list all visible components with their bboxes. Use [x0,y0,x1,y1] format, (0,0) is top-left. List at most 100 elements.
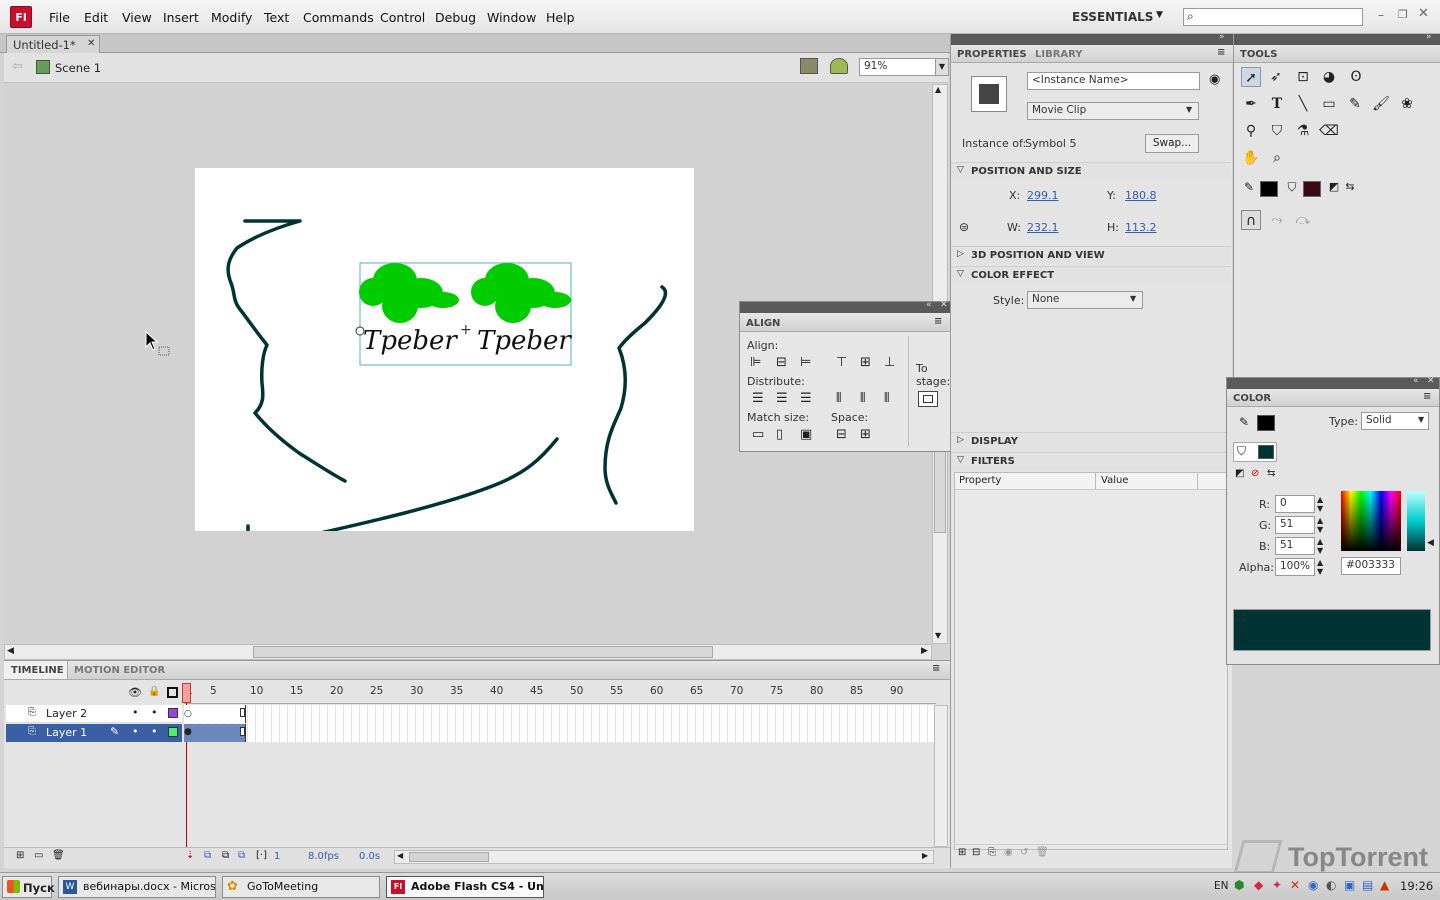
align-panel-title[interactable]: ALIGN [746,318,780,329]
language-indicator[interactable]: EN [1214,880,1229,892]
b-stepper-icon[interactable]: ▲ ▼ [1317,537,1323,555]
layer-name[interactable]: Layer 1 [46,726,87,739]
scroll-right-icon[interactable]: ▶ [921,646,928,656]
tray-monitor-icon[interactable]: ▣ [1344,878,1355,892]
straighten-icon[interactable]: ⤼ [1293,210,1313,230]
add-filter-icon[interactable]: ⊞ [958,847,966,858]
y-value[interactable]: 180.8 [1125,189,1157,202]
stage-text-left[interactable]: Tpeber [363,326,457,356]
zoom-dropdown-icon[interactable]: ▼ [935,58,949,76]
g-stepper-icon[interactable]: ▲ ▼ [1317,516,1323,534]
timeline-vscrollbar[interactable] [934,705,948,847]
match-height-icon[interactable]: ▯ [776,427,783,442]
tray-update-icon[interactable]: ◉ [1308,878,1318,892]
align-panel-titlebar[interactable]: « ✕ [740,300,950,313]
deco-tool-icon[interactable]: ❀ [1397,94,1417,114]
properties-titlebar[interactable]: » [951,32,1233,45]
collapse-icon[interactable]: « [926,300,932,310]
panel-menu-icon[interactable]: ≡ [934,316,942,327]
alpha-stepper-icon[interactable]: ▲ ▼ [1317,558,1323,576]
g-input[interactable]: 51 [1275,516,1315,534]
lock-layers-icon[interactable]: 🔒 [148,686,160,697]
menu-help[interactable]: Help [546,10,575,25]
tray-app-icon[interactable]: ◆ [1254,878,1263,892]
no-color-icon[interactable]: ⊘ [1251,468,1259,479]
pen-tool-icon[interactable]: ✒ [1241,94,1261,114]
stage-horizontal-scrollbar[interactable]: ◀ ▶ [4,644,932,660]
align-top-icon[interactable]: ⊤ [836,355,847,370]
menu-modify[interactable]: Modify [211,10,252,25]
snap-to-objects-icon[interactable]: ∩ [1241,210,1261,230]
menu-view[interactable]: View [122,10,152,25]
close-icon[interactable]: ✕ [1418,6,1429,21]
distribute-left-icon[interactable]: ⫴ [836,391,841,406]
r-input[interactable]: 0 [1275,495,1315,513]
menu-insert[interactable]: Insert [163,10,199,25]
distribute-bottom-icon[interactable]: ☰ [800,391,812,406]
collapse-icon[interactable]: « [1413,376,1419,386]
expand-icon[interactable]: » [1219,32,1225,42]
section-position-size[interactable]: ▽ POSITION AND SIZE [951,162,1231,180]
preset-icon[interactable]: ⊟ [972,847,980,858]
panel-menu-icon[interactable]: ≡ [1423,391,1431,402]
col-property[interactable]: Property [959,475,1001,486]
panel-menu-icon[interactable]: ≡ [1217,47,1225,58]
align-right-icon[interactable]: ⊨ [800,355,811,370]
frame-ruler[interactable]: 151015202530354045505560657075808590 [184,682,936,704]
tray-app2-icon[interactable]: ✦ [1272,878,1282,892]
subselection-tool-icon[interactable]: ➶ [1266,67,1286,87]
playhead[interactable] [182,683,191,703]
to-stage-button[interactable] [918,391,938,407]
section-filters[interactable]: ▽ FILTERS [951,452,1231,470]
center-frame-icon[interactable]: ⇣ [186,850,194,861]
close-panel-icon[interactable]: ✕ [1427,376,1435,386]
stroke-swatch[interactable] [1257,415,1275,431]
eyedropper-tool-icon[interactable]: ⚗ [1293,121,1313,141]
panel-menu-icon[interactable]: ≡ [932,663,940,674]
enable-icon[interactable]: ◉ [1004,847,1013,858]
show-hide-layers-icon[interactable]: 👁 [128,686,142,699]
match-both-icon[interactable]: ▣ [800,427,812,442]
zoom-select[interactable]: 91% [859,58,937,76]
reset-icon[interactable]: ↺ [1020,847,1028,858]
tools-titlebar[interactable]: » [1234,32,1440,45]
hand-tool-icon[interactable]: ✋ [1241,148,1261,168]
type-select[interactable]: Solid ▼ [1361,412,1429,430]
onion-skin-icon[interactable]: ⧉ [204,850,211,861]
tray-device-icon[interactable]: ▤ [1362,878,1373,892]
distribute-hcenter-icon[interactable]: ⫴ [860,391,865,406]
scroll-left-icon[interactable]: ◀ [7,646,14,656]
paint-bucket-tool-icon[interactable]: ⛉ [1267,121,1287,141]
lock-dot[interactable]: • [151,725,158,738]
section-display[interactable]: ▷ DISPLAY [951,432,1231,450]
align-vcenter-icon[interactable]: ⊞ [860,355,871,370]
distribute-vcenter-icon[interactable]: ☰ [776,391,788,406]
task-flash[interactable]: Fl Adobe Flash CS4 - Unt... [386,876,544,898]
alpha-input[interactable]: 100% [1275,558,1315,576]
tray-alert-icon[interactable]: ▲ [1380,878,1389,892]
new-layer-icon[interactable]: ⊞ [16,850,24,861]
scroll-up-icon[interactable]: ▲ [935,85,941,94]
h-value[interactable]: 113.2 [1125,221,1157,234]
black-white-icon[interactable]: ◩ [1235,468,1244,479]
symbol-type-select[interactable]: Movie Clip ▼ [1027,102,1199,120]
hscroll-thumb[interactable] [253,646,713,658]
minimize-icon[interactable]: – [1378,8,1384,22]
tab-timeline[interactable]: TIMELINE [4,661,68,679]
slider-arrow-icon[interactable]: ◀ [1427,538,1434,548]
outline-color-swatch[interactable] [168,727,178,737]
scroll-left-icon[interactable]: ◀ [397,851,403,860]
smooth-icon[interactable]: ⤳ [1267,210,1287,230]
back-arrow-icon[interactable]: ⇦ [12,59,23,74]
scroll-right-icon[interactable]: ▶ [922,851,928,860]
tray-volume-icon[interactable]: ◐ [1326,878,1336,892]
menu-text[interactable]: Text [264,10,289,25]
style-select[interactable]: None ▼ [1027,291,1143,309]
timeline-hscroll-thumb[interactable] [409,852,489,862]
eraser-tool-icon[interactable]: ⌫ [1319,121,1339,141]
outline-layers-icon[interactable] [167,687,178,698]
visibility-dot[interactable]: • [132,725,139,738]
menu-file[interactable]: File [49,10,70,25]
line-tool-icon[interactable]: ╲ [1293,94,1313,114]
frame-rate[interactable]: 8.0fps [308,851,339,862]
